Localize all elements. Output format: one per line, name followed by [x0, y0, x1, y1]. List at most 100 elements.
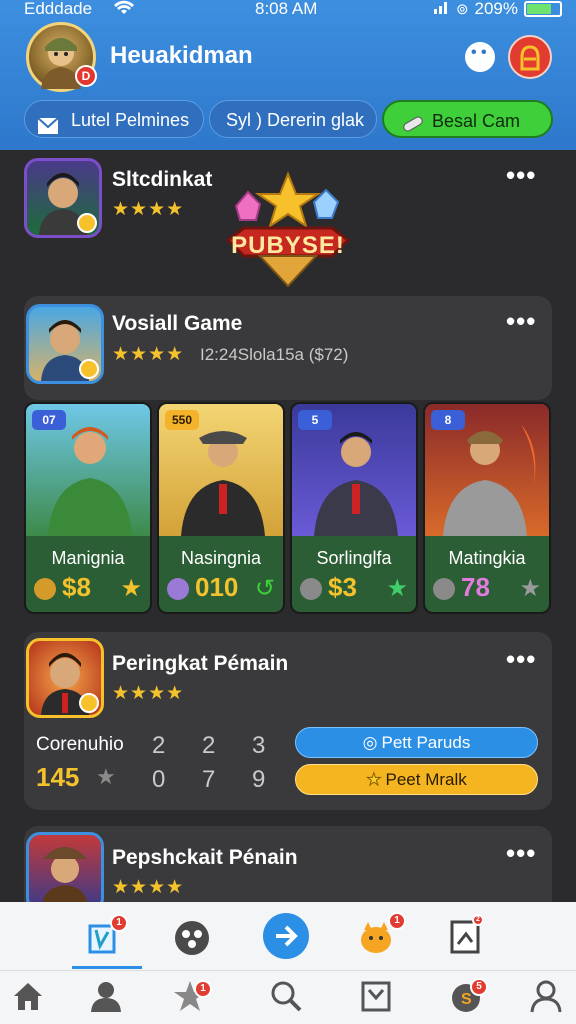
pill-label: Lutel Pelmines: [71, 110, 190, 130]
peet-mralk-button[interactable]: ★ Peet Mralk: [295, 764, 538, 795]
ranking-rating: ★★★★: [112, 683, 185, 704]
hero-value: 010: [195, 572, 239, 602]
header: Edddade 8:08 AM ⊚ 209% D Heuakidman • • …: [0, 0, 576, 150]
battery-icon: [524, 1, 562, 17]
ranking-score: 145: [36, 762, 80, 792]
avatar-level-badge: D: [75, 65, 97, 87]
game-meta: I2:24Slola15a ($72): [200, 345, 349, 364]
ranking-label: Corenuhio: [36, 734, 124, 755]
mail-icon: [37, 110, 59, 134]
status-bar: Edddade 8:08 AM ⊚ 209%: [0, 0, 576, 20]
game-avatar: [26, 304, 104, 384]
hero-value: 78: [461, 572, 490, 602]
shield-icon: [300, 578, 322, 600]
tab-play[interactable]: [262, 912, 310, 960]
ranking-title: Peringkat Pémain: [112, 652, 289, 675]
hero-card[interactable]: 5 Sorlinglfa $3 ★: [290, 402, 418, 614]
post-avatar[interactable]: [24, 158, 102, 238]
grid-cell: 3: [252, 732, 266, 759]
hero-tag: 8: [431, 410, 465, 430]
game-title: Vosiall Game: [112, 312, 243, 335]
level-badge: [79, 359, 99, 379]
favorites-icon[interactable]: 1: [172, 978, 212, 1014]
tab-gallery[interactable]: 2: [448, 914, 492, 960]
account-icon[interactable]: [528, 978, 564, 1014]
button-label: Pett Paruds: [381, 733, 471, 752]
pill-filter-2[interactable]: Syl ) Dererin glak: [209, 100, 377, 138]
hero-card[interactable]: 07 Manignia $8 ★: [24, 402, 152, 614]
player-title: Pepshckait Pénain: [112, 846, 298, 869]
hero-tag: 5: [298, 410, 332, 430]
carrier-label: Edddade: [24, 0, 93, 18]
hero-name: Manignia: [51, 548, 125, 568]
star-icon: ★: [386, 575, 408, 602]
grid-cell: 9: [252, 766, 266, 793]
hero-name: Sorlinglfa: [316, 548, 392, 568]
home-icon[interactable]: [10, 978, 46, 1014]
tab-dice[interactable]: [172, 916, 216, 960]
hero-tag: 550: [165, 410, 199, 430]
notification-badge: 2: [472, 914, 484, 926]
ranking-more-icon[interactable]: •••: [506, 646, 536, 672]
game-rating: ★★★★: [112, 344, 185, 365]
search-icon[interactable]: [268, 978, 304, 1014]
notification-badge: 1: [110, 914, 128, 932]
grid-cell: 2: [202, 732, 216, 759]
hero-row: 07 Manignia $8 ★ 550 Nasingnia 010 ↺ 5 S…: [24, 402, 552, 614]
pill-filter-3[interactable]: Besal Cam: [382, 100, 553, 138]
hero-name: Nasingnia: [180, 548, 262, 568]
notification-badge: 5: [470, 978, 488, 996]
promo-label: PUBYSE!: [231, 232, 345, 259]
user-icon[interactable]: [88, 978, 124, 1014]
post-rating: ★★★★: [112, 199, 185, 220]
arrow-icon: ↺: [254, 575, 275, 602]
hero-card[interactable]: 550 Nasingnia 010 ↺: [157, 402, 285, 614]
player-more-icon[interactable]: •••: [506, 840, 536, 866]
username: Heuakidman: [110, 42, 253, 69]
clock: 8:08 AM: [255, 0, 318, 18]
tab-pet[interactable]: 1: [356, 912, 406, 960]
gem-icon: [433, 578, 455, 600]
tab-cards[interactable]: 1: [86, 914, 130, 960]
bottom-divider: [0, 970, 576, 971]
ranking-avatar: [26, 638, 104, 718]
pett-paruds-button[interactable]: ◎ Pett Paruds: [295, 727, 538, 758]
hero-tag: 07: [32, 410, 66, 430]
inbox-icon[interactable]: [358, 978, 394, 1014]
app-root: Edddade 8:08 AM ⊚ 209% D Heuakidman • • …: [0, 0, 576, 1024]
star-icon: ★: [120, 575, 142, 602]
hero-value: $8: [62, 572, 91, 602]
button-label: Peet Mralk: [385, 770, 467, 789]
profile-icon[interactable]: [508, 35, 552, 79]
hero-name: Matingkia: [448, 548, 526, 568]
grid-cell: 0: [152, 766, 166, 793]
user-avatar[interactable]: D: [26, 22, 97, 92]
game-card[interactable]: Vosiall Game ★★★★ I2:24Slola15a ($72) ••…: [24, 296, 552, 400]
sync-icon: ⊚: [455, 1, 469, 18]
bandage-icon: [400, 110, 423, 132]
wifi-icon: [114, 0, 134, 21]
svg-text:S: S: [461, 991, 472, 1008]
level-badge: [79, 693, 99, 713]
battery-fill: [527, 4, 551, 14]
active-tab-indicator: [72, 966, 142, 969]
chat-icon[interactable]: [465, 42, 495, 72]
pill-label: Besal Cam: [432, 111, 521, 131]
swirl-icon: ◎: [362, 733, 378, 752]
coins-icon[interactable]: S 5: [448, 978, 488, 1014]
level-badge: [77, 213, 97, 233]
score-star-icon: ★: [96, 764, 116, 789]
star-icon: ★: [366, 770, 382, 790]
post-more-icon[interactable]: •••: [506, 162, 536, 188]
pill-label: Syl ) Dererin glak: [226, 110, 365, 130]
potion-icon: [167, 578, 189, 600]
hero-card[interactable]: 8 Matingkia 78 ★: [423, 402, 551, 614]
promo-badge[interactable]: PUBYSE!: [200, 168, 376, 292]
player-avatar: [26, 832, 104, 912]
coin-icon: [34, 578, 56, 600]
signal-icon: [433, 0, 450, 19]
game-more-icon[interactable]: •••: [506, 308, 536, 334]
post-author: Sltcdinkat: [112, 168, 213, 191]
pill-filter-1[interactable]: Lutel Pelmines: [24, 100, 204, 138]
star-icon: ★: [519, 575, 541, 602]
